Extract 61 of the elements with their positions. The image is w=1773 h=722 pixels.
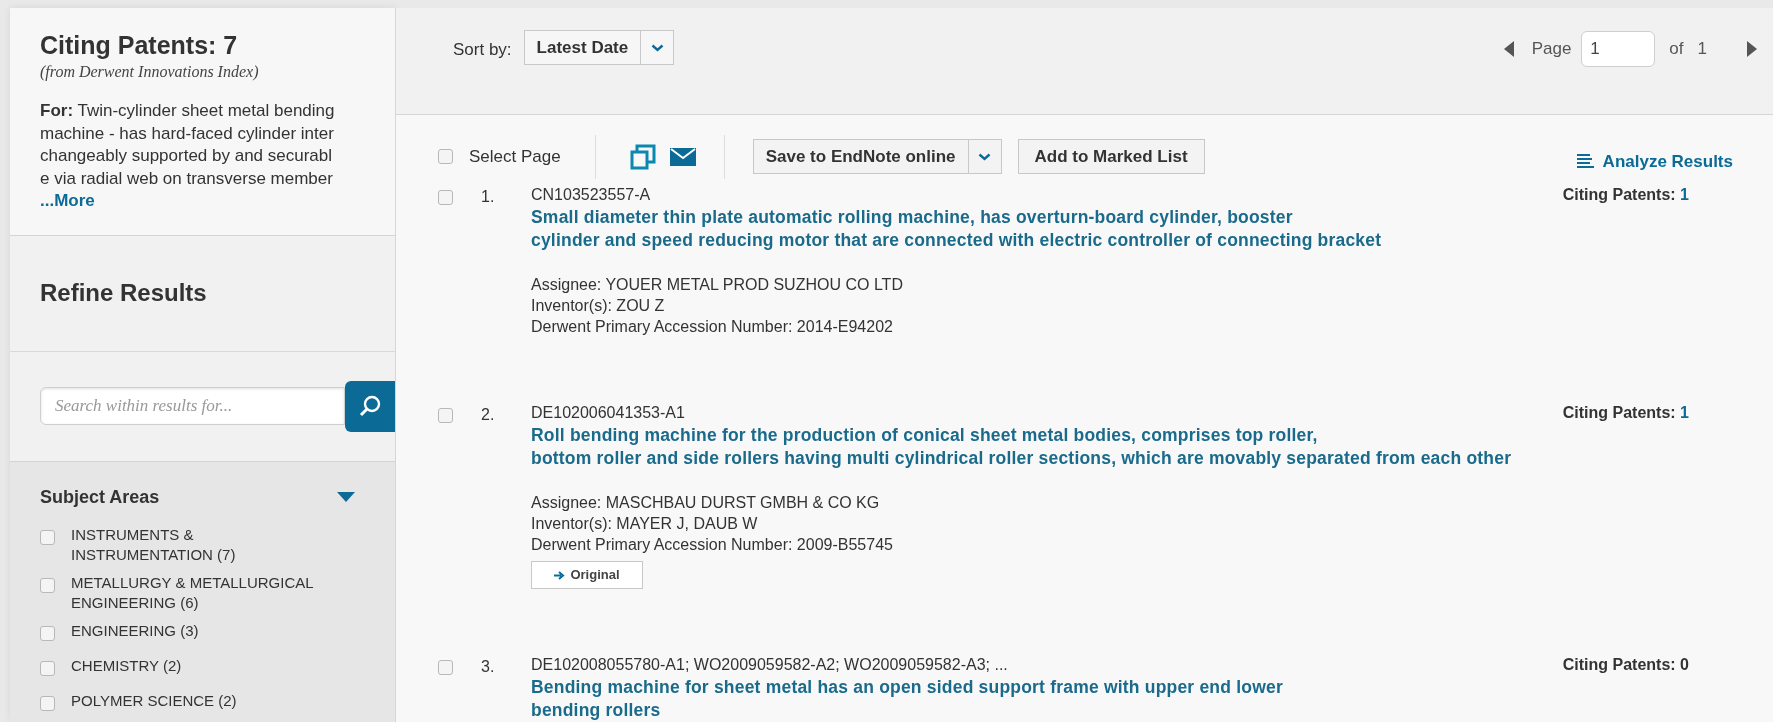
for-description: For: Twin-cylinder sheet metal bending machine - has hard-faced cylinder interchangeably supported by and securable via radial web on transverse member ...More	[40, 100, 336, 212]
print-icon[interactable]	[629, 143, 656, 170]
checkbox[interactable]	[40, 625, 55, 641]
result-checkbox[interactable]	[438, 190, 453, 205]
patent-number: DE102006041353-A1	[531, 403, 685, 423]
sort-label: Sort by:	[453, 39, 512, 61]
patent-detail: Assignee: YOUER METAL PROD SUZHOU CO LTD	[531, 275, 904, 295]
result-checkbox[interactable]	[438, 408, 453, 423]
citing-patents-count: Citing Patents: 0	[1562, 655, 1689, 675]
checkbox[interactable]	[40, 577, 55, 593]
subject-areas-heading: Subject Areas	[40, 485, 160, 509]
search-icon	[358, 394, 382, 418]
page-total: 1	[1697, 38, 1707, 61]
patent-detail: Assignee: MASCHBAU DURST GMBH & CO KG	[531, 493, 881, 513]
patent-title-link[interactable]: Bending machine for sheet metal has an open sided support frame with upper end lower bending rollers	[531, 676, 1689, 722]
checkbox[interactable]	[40, 695, 55, 711]
add-to-marked-list-button[interactable]: Add to Marked List	[1017, 139, 1205, 175]
citing-patents-count: Citing Patents: 1	[1562, 185, 1689, 205]
patent-number: CN103523557-A	[531, 185, 651, 205]
citing-patents-count: Citing Patents: 1	[1562, 403, 1689, 423]
patent-detail: Inventor(s): MAYER J, DAUB W	[531, 514, 759, 534]
citing-patents-heading: Citing Patents: 7	[40, 30, 239, 60]
list-icon	[1576, 154, 1594, 170]
save-to-endnote-dropdown[interactable]: Save to EndNote online	[752, 139, 1002, 175]
checkbox[interactable]	[40, 529, 55, 545]
search-field[interactable]: Search within results for...	[40, 387, 345, 425]
select-page-label[interactable]: Select Page	[469, 144, 561, 170]
next-page-icon[interactable]	[1747, 41, 1757, 57]
patent-detail: Inventor(s): ZOU Z	[531, 296, 666, 316]
page-label: Page	[1531, 38, 1572, 61]
patent-title-link[interactable]: Roll bending machine for the production of conical sheet metal bodies, comprises top roller, bottom roller and side rollers having multi cylindrical roller sections, which are movably separated from each other	[531, 424, 1689, 470]
arrow-right-icon	[554, 570, 566, 580]
patent-detail: Derwent Primary Accession Number: 2009-B55745	[531, 535, 894, 555]
analyze-results-link[interactable]: Analyze Results	[1576, 149, 1733, 175]
caret-down-icon[interactable]	[337, 491, 355, 503]
result-number: 2.	[481, 405, 496, 425]
previous-page-icon[interactable]	[1503, 41, 1514, 57]
result-number: 1.	[481, 187, 496, 207]
email-icon[interactable]	[669, 147, 696, 166]
subject-area-option[interactable]: CHEMISTRY (2)	[71, 655, 321, 683]
result-checkbox[interactable]	[438, 660, 453, 675]
page-number-field[interactable]: 1	[1581, 31, 1656, 67]
subject-area-option[interactable]: POLYMER SCIENCE (2)	[71, 690, 321, 718]
patent-title-link[interactable]: Small diameter thin plate automatic rolling machine, has overturn-board cylinder, booster cylinder and speed reducing motor that are connected with electric controller of connecting bracket	[531, 206, 1689, 252]
of-label: of	[1669, 38, 1684, 61]
sort-dropdown[interactable]: Latest Date	[523, 30, 675, 65]
patent-detail: Derwent Primary Accession Number: 2014-E94202	[531, 317, 894, 337]
chevron-down-icon	[650, 43, 664, 52]
subject-area-option[interactable]: METALLURGY & METALLURGICAL ENGINEERING (6)	[71, 572, 321, 613]
subject-area-option[interactable]: ENGINEERING (3)	[71, 620, 321, 648]
select-page-checkbox[interactable]	[438, 149, 453, 165]
original-button[interactable]: Original	[531, 561, 643, 589]
patent-number: DE102008055780-A1; WO2009059582-A2; WO2009059582-A3; ...	[531, 655, 1008, 675]
refine-results-heading: Refine Results	[40, 278, 207, 308]
source-note: (from Derwent Innovations Index)	[40, 62, 260, 83]
chevron-down-icon	[978, 152, 992, 161]
checkbox[interactable]	[40, 660, 55, 676]
result-number: 3.	[481, 657, 496, 677]
search-button[interactable]	[345, 380, 395, 432]
more-link[interactable]: ...More	[40, 191, 95, 210]
subject-area-option[interactable]: INSTRUMENTS & INSTRUMENTATION (7)	[71, 524, 321, 565]
